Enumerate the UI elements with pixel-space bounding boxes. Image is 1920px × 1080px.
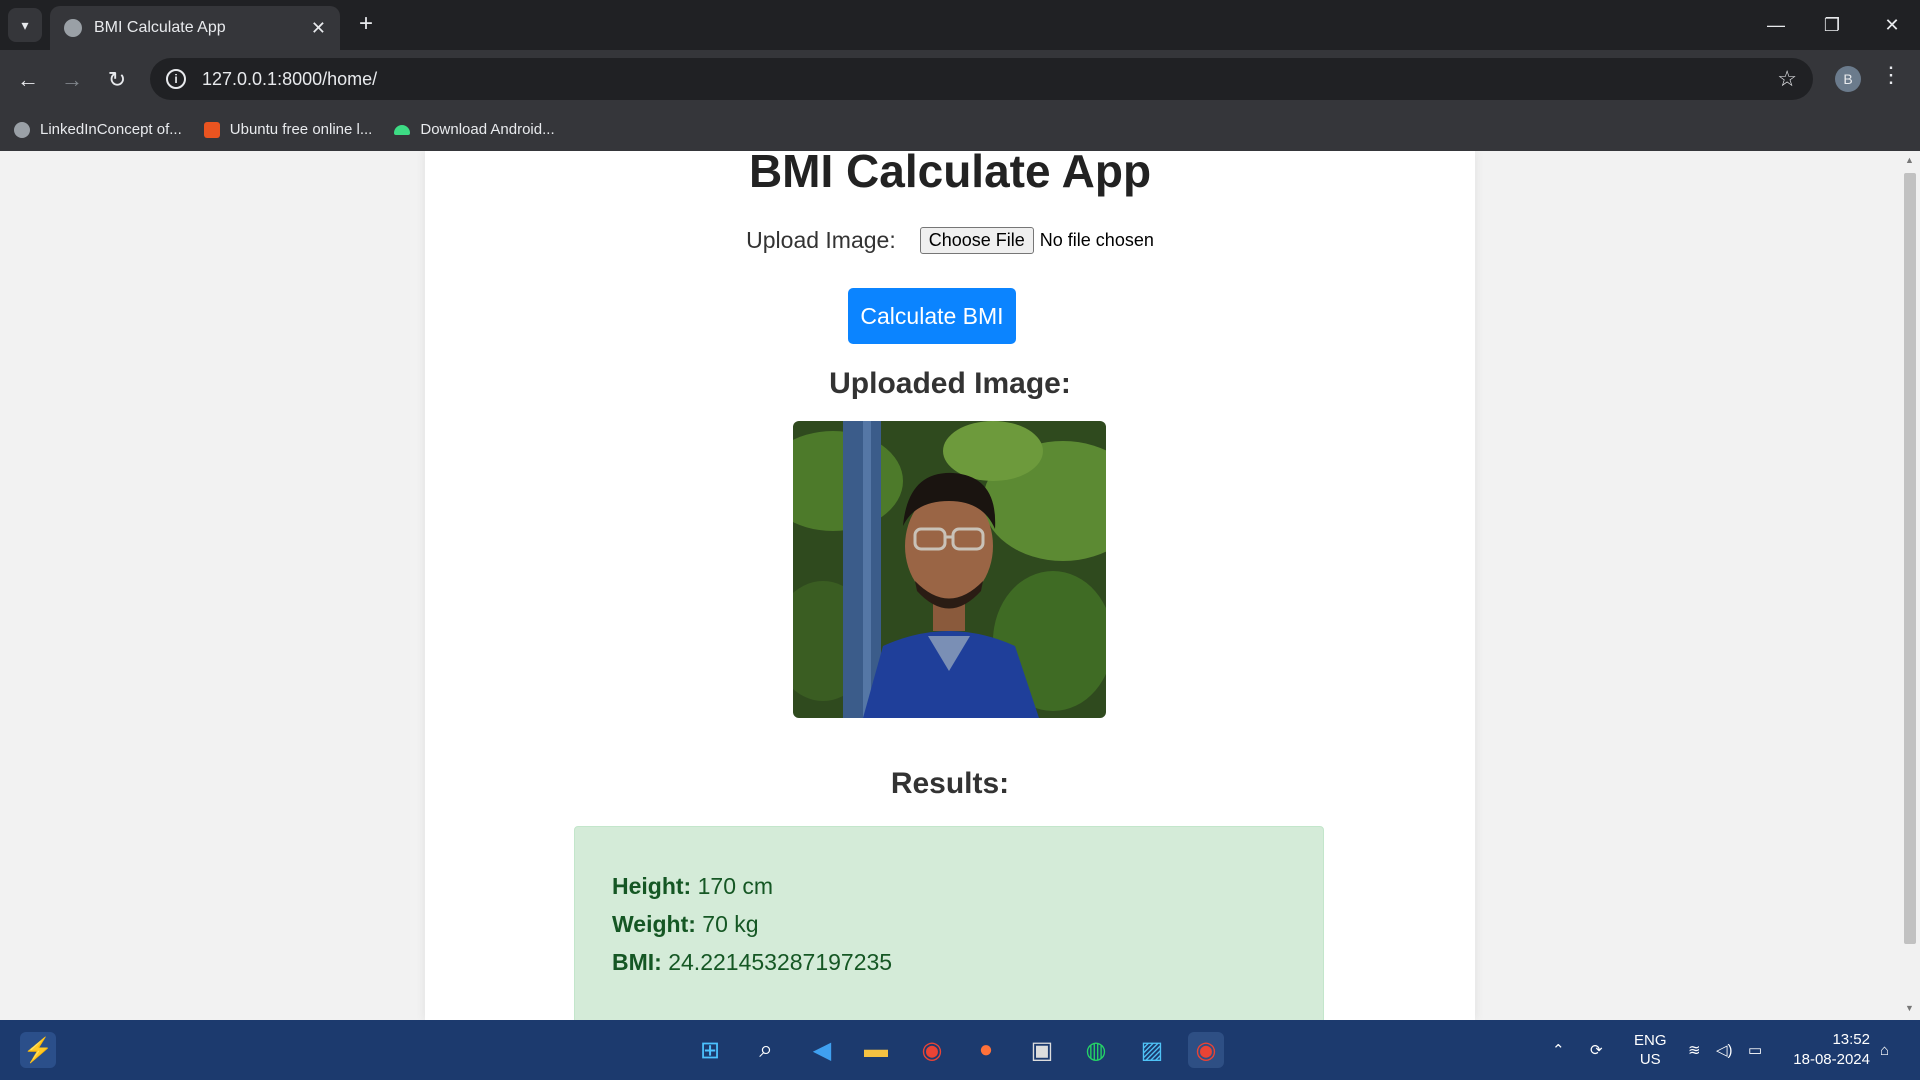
- forward-arrow-icon[interactable]: →: [56, 64, 88, 96]
- scroll-down-arrow-icon[interactable]: ▼: [1905, 1003, 1914, 1013]
- person-photo-illustration: [793, 421, 1106, 718]
- minimize-icon[interactable]: —: [1748, 0, 1804, 50]
- windows-taskbar: ⚡ ⊞ ⌕ ◀ ▬ ◉ ● ▣ ◍ ▨ ◉ ⌃ ⟳ ENG US ≋ ◁) ▭ …: [0, 1020, 1920, 1080]
- photos-icon[interactable]: ▨: [1134, 1032, 1170, 1068]
- browser-chrome: ▾ BMI Calculate App ✕ + — ❐ ✕ ← → ↻ i 12…: [0, 0, 1920, 151]
- vscode-icon[interactable]: ◀: [804, 1032, 840, 1068]
- bookmark-label: Ubuntu free online l...: [229, 121, 373, 138]
- whatsapp-icon[interactable]: ◍: [1078, 1032, 1114, 1068]
- tab-close-icon[interactable]: ✕: [311, 18, 326, 39]
- region-text: US: [1639, 1051, 1661, 1068]
- bookmark-star-icon[interactable]: ☆: [1777, 66, 1797, 92]
- bookmark-linkedin[interactable]: LinkedInConcept of...: [14, 121, 182, 138]
- tab-title: BMI Calculate App: [94, 19, 226, 36]
- sync-icon[interactable]: ⟳: [1590, 1020, 1603, 1080]
- tab-strip: ▾ BMI Calculate App ✕ + — ❐ ✕: [0, 0, 1920, 50]
- widgets-icon[interactable]: ⚡: [20, 1032, 56, 1068]
- bmi-row: BMI: 24.221453287197235: [612, 949, 1286, 987]
- bookmarks-bar: LinkedInConcept of... Ubuntu free online…: [0, 108, 1920, 151]
- wifi-icon[interactable]: ≋: [1688, 1020, 1701, 1080]
- chrome-active-icon[interactable]: ◉: [1188, 1032, 1224, 1068]
- search-icon[interactable]: ⌕: [748, 1032, 784, 1068]
- calculate-bmi-button[interactable]: Calculate BMI: [848, 288, 1016, 344]
- bookmark-android[interactable]: Download Android...: [394, 121, 555, 138]
- windows-start-icon[interactable]: ⊞: [692, 1032, 728, 1068]
- ubuntu-icon: [203, 121, 220, 138]
- url-text[interactable]: 127.0.0.1:8000/home/: [202, 69, 1777, 90]
- height-value: 170 cm: [691, 873, 774, 899]
- notifications-icon[interactable]: ⌂: [1880, 1020, 1889, 1080]
- address-bar[interactable]: i 127.0.0.1:8000/home/ ☆: [150, 58, 1813, 100]
- page-title: BMI Calculate App: [748, 151, 1152, 197]
- time-text: 13:52: [1832, 1031, 1870, 1048]
- clock[interactable]: 13:52 18-08-2024: [1780, 1030, 1870, 1070]
- firefox-icon[interactable]: ●: [968, 1032, 1004, 1068]
- weight-label: Weight:: [612, 911, 696, 937]
- reload-icon[interactable]: ↻: [101, 64, 133, 96]
- tray-chevron-up-icon[interactable]: ⌃: [1552, 1020, 1565, 1080]
- terminal-icon[interactable]: ▣: [1024, 1032, 1060, 1068]
- choose-file-button[interactable]: Choose File: [919, 227, 1034, 254]
- upload-label: Upload Image:: [746, 227, 896, 253]
- uploaded-image-heading: Uploaded Image:: [829, 367, 1071, 400]
- chrome-icon[interactable]: ◉: [914, 1032, 950, 1068]
- weight-value: 70 kg: [695, 911, 759, 937]
- bookmark-ubuntu[interactable]: Ubuntu free online l...: [203, 121, 373, 138]
- results-box: Height: 170 cm Weight: 70 kg BMI: 24.221…: [574, 826, 1324, 1020]
- bookmark-label: Download Android...: [420, 121, 555, 138]
- bmi-value: 24.221453287197235: [661, 949, 893, 975]
- new-tab-plus-icon[interactable]: +: [352, 10, 380, 38]
- bookmark-label: LinkedInConcept of...: [40, 121, 182, 138]
- no-file-text: No file chosen: [1039, 230, 1154, 250]
- height-label: Height:: [612, 873, 692, 899]
- date-text: 18-08-2024: [1793, 1051, 1870, 1068]
- page-scrollbar[interactable]: ▲ ▼: [1900, 151, 1920, 1020]
- profile-avatar[interactable]: B: [1835, 66, 1861, 92]
- battery-icon[interactable]: ▭: [1748, 1020, 1762, 1080]
- site-info-icon[interactable]: i: [166, 69, 186, 89]
- restore-icon[interactable]: ❐: [1804, 0, 1860, 50]
- uploaded-photo: [793, 421, 1106, 718]
- globe-icon: [64, 19, 82, 37]
- scroll-thumb[interactable]: [1904, 173, 1916, 944]
- language-text: ENG: [1634, 1032, 1667, 1049]
- browser-tab[interactable]: BMI Calculate App ✕: [50, 6, 340, 50]
- tab-search-chevron-down-icon[interactable]: ▾: [8, 8, 42, 42]
- back-arrow-icon[interactable]: ←: [12, 64, 44, 96]
- weight-row: Weight: 70 kg: [612, 911, 1286, 949]
- scroll-up-arrow-icon[interactable]: ▲: [1905, 155, 1914, 165]
- volume-icon[interactable]: ◁): [1716, 1020, 1733, 1080]
- bmi-label: BMI:: [612, 949, 662, 975]
- browser-toolbar: ← → ↻ i 127.0.0.1:8000/home/ ☆ B ⋮: [0, 50, 1920, 108]
- window-close-icon[interactable]: ✕: [1864, 0, 1920, 50]
- globe-icon: [14, 121, 30, 138]
- app-container: BMI Calculate App Upload Image: Choose F…: [425, 151, 1475, 1020]
- file-explorer-icon[interactable]: ▬: [858, 1032, 894, 1068]
- language-indicator[interactable]: ENG US: [1634, 1020, 1667, 1080]
- height-row: Height: 170 cm: [612, 873, 1286, 911]
- upload-row: Upload Image: Choose File No file chosen: [425, 227, 1475, 254]
- android-icon: [394, 124, 411, 135]
- results-heading: Results:: [890, 767, 1010, 800]
- page-viewport: BMI Calculate App Upload Image: Choose F…: [0, 151, 1920, 1020]
- kebab-menu-icon[interactable]: ⋮: [1880, 62, 1902, 88]
